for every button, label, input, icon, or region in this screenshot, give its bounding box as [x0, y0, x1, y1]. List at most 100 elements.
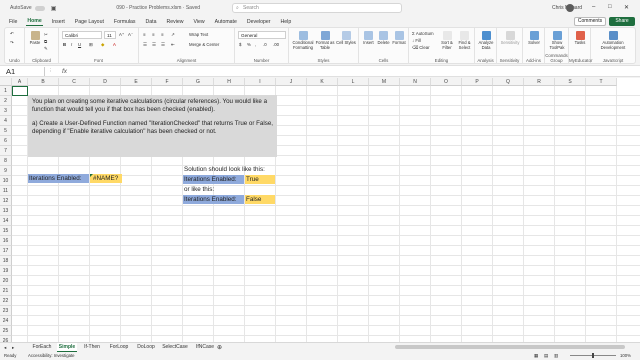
font-color-icon[interactable]: A — [113, 42, 116, 47]
row-header-12[interactable]: 12 — [0, 196, 12, 206]
orientation-icon[interactable]: ↗ — [171, 32, 175, 38]
menu-tab-home[interactable]: Home — [26, 17, 43, 26]
solver-button[interactable]: Solver — [525, 31, 543, 46]
column-header-L[interactable]: L — [338, 78, 369, 86]
fill-button[interactable]: ↓ Fill — [412, 38, 421, 43]
font-size-select[interactable]: 11 — [104, 31, 116, 39]
row-header-7[interactable]: 7 — [0, 146, 12, 156]
zoom-slider-thumb[interactable] — [592, 353, 594, 358]
column-header-R[interactable]: R — [524, 78, 555, 86]
column-header-K[interactable]: K — [307, 78, 338, 86]
row-header-24[interactable]: 24 — [0, 316, 12, 326]
menu-tab-developer[interactable]: Developer — [246, 18, 272, 26]
align-left-icon[interactable]: ☰ — [143, 42, 147, 48]
sensitivity-button[interactable]: Sensitivity — [499, 31, 521, 46]
menu-tab-page-layout[interactable]: Page Layout — [74, 18, 105, 26]
row-header-5[interactable]: 5 — [0, 126, 12, 136]
redo-icon[interactable]: ↷ — [10, 40, 14, 46]
column-header-N[interactable]: N — [400, 78, 431, 86]
row-header-1[interactable]: 1 — [0, 86, 12, 96]
format-as-table-button[interactable]: Format as Table — [315, 31, 335, 50]
currency-icon[interactable]: $ — [239, 42, 241, 47]
column-header-C[interactable]: C — [59, 78, 90, 86]
minimize-button[interactable]: – — [592, 4, 595, 10]
column-header-A[interactable]: A — [12, 78, 28, 86]
scroll-right-icon[interactable]: ▸ — [12, 345, 14, 351]
borders-icon[interactable]: ⊞ — [89, 42, 93, 48]
column-header-F[interactable]: F — [152, 78, 183, 86]
column-header-E[interactable]: E — [121, 78, 152, 86]
font-name-select[interactable]: Calibri — [62, 31, 102, 39]
column-header-T[interactable]: T — [586, 78, 617, 86]
underline-icon[interactable]: U — [78, 42, 81, 47]
column-header-Q[interactable]: Q — [493, 78, 524, 86]
number-format-select[interactable]: General — [238, 31, 286, 39]
align-bottom-icon[interactable]: ≡ — [161, 32, 164, 37]
save-icon[interactable]: ▣ — [51, 5, 57, 12]
fill-color-icon[interactable]: ◆ — [101, 42, 104, 48]
row-header-15[interactable]: 15 — [0, 226, 12, 236]
align-top-icon[interactable]: ≡ — [143, 32, 146, 37]
zoom-level[interactable]: 100% — [620, 353, 631, 358]
column-header-B[interactable]: B — [28, 78, 59, 86]
automation-development-button[interactable]: Automation Development — [594, 31, 632, 50]
indent-icon[interactable]: ⇤ — [171, 42, 175, 48]
autosave-toggle[interactable] — [34, 5, 45, 11]
show-toolpak-button[interactable]: Show ToolPak — [547, 31, 567, 50]
menu-tab-file[interactable]: File — [8, 18, 18, 26]
tasks-button[interactable]: Tasks — [571, 31, 589, 46]
menu-tab-help[interactable]: Help — [280, 18, 293, 26]
row-header-13[interactable]: 13 — [0, 206, 12, 216]
row-header-2[interactable]: 2 — [0, 96, 12, 106]
row-header-4[interactable]: 4 — [0, 116, 12, 126]
row-header-21[interactable]: 21 — [0, 286, 12, 296]
search-box[interactable]: ⌕ Search — [232, 3, 402, 13]
menu-tab-insert[interactable]: Insert — [51, 18, 66, 26]
cut-icon[interactable]: ✂ — [44, 32, 48, 38]
menu-tab-view[interactable]: View — [193, 18, 206, 26]
fx-icon[interactable]: fx — [62, 66, 67, 77]
sheet-tab-ifncase[interactable]: IfNCase — [192, 343, 218, 352]
row-header-16[interactable]: 16 — [0, 236, 12, 246]
undo-icon[interactable]: ↶ — [10, 31, 14, 37]
find-select-button[interactable]: Find & Select — [456, 31, 473, 50]
accessibility-status[interactable]: Accessibility: Investigate — [28, 353, 75, 358]
share-button[interactable]: Share — [609, 17, 635, 26]
row-header-3[interactable]: 3 — [0, 106, 12, 116]
comma-icon[interactable]: , — [255, 42, 256, 47]
conditional-formatting-button[interactable]: Conditional Formatting — [292, 31, 314, 50]
delete-cells-button[interactable]: Delete — [376, 31, 391, 46]
sheet-tab-if-then[interactable]: If-Then — [80, 343, 104, 352]
sheet-tab-doloop[interactable]: DoLoop — [134, 343, 158, 352]
row-header-23[interactable]: 23 — [0, 306, 12, 316]
avatar[interactable] — [566, 4, 574, 12]
format-cells-button[interactable]: Format — [391, 31, 407, 46]
row-header-25[interactable]: 25 — [0, 326, 12, 336]
wrap-text-button[interactable]: Wrap Text — [189, 32, 208, 37]
normal-view-icon[interactable]: ▦ — [534, 353, 538, 359]
column-header-H[interactable]: H — [214, 78, 245, 86]
column-header-P[interactable]: P — [462, 78, 493, 86]
sheet-tab-foreach[interactable]: ForEach — [30, 343, 54, 352]
autosum-button[interactable]: Σ AutoSum — [412, 31, 434, 36]
menu-tab-review[interactable]: Review — [166, 18, 185, 26]
row-header-18[interactable]: 18 — [0, 256, 12, 266]
menu-tab-formulas[interactable]: Formulas — [113, 18, 137, 26]
column-header-O[interactable]: O — [431, 78, 462, 86]
column-header-M[interactable]: M — [369, 78, 400, 86]
clear-button[interactable]: ⌫ Clear — [412, 45, 430, 51]
bold-icon[interactable]: B — [63, 42, 66, 47]
sort-filter-button[interactable]: Sort & Filter — [439, 31, 455, 50]
insert-cells-button[interactable]: Insert — [361, 31, 376, 46]
decrease-decimal-icon[interactable]: .00 — [273, 42, 279, 47]
row-header-17[interactable]: 17 — [0, 246, 12, 256]
sheet-tab-selectcase[interactable]: SelectCase — [161, 343, 189, 352]
sheet-tab-forloop[interactable]: ForLoop — [107, 343, 131, 352]
row-header-10[interactable]: 10 — [0, 176, 12, 186]
name-box[interactable]: A1 — [4, 67, 44, 76]
scroll-left-icon[interactable]: ◂ — [4, 345, 6, 351]
column-header-D[interactable]: D — [90, 78, 121, 86]
column-header-G[interactable]: G — [183, 78, 214, 86]
analyze-data-button[interactable]: Analyze Data — [477, 31, 495, 50]
select-all-corner[interactable] — [0, 78, 12, 86]
